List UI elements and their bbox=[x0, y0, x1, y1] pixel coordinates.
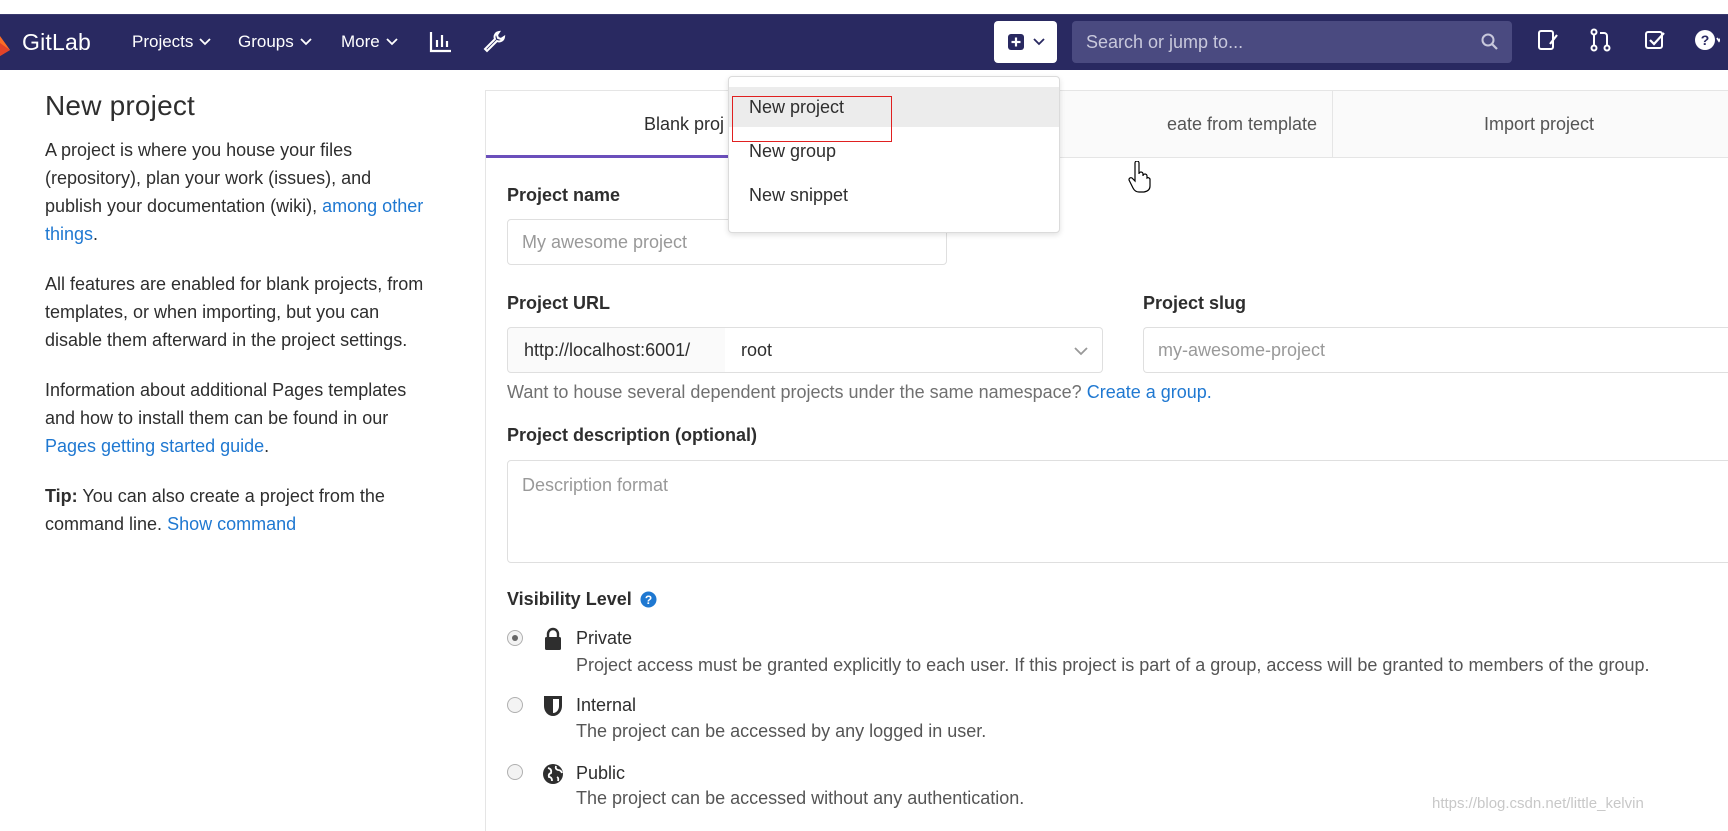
project-description-input[interactable]: Description format bbox=[507, 460, 1728, 563]
todos-icon[interactable] bbox=[1642, 27, 1668, 53]
gitlab-tanuki-icon bbox=[0, 35, 10, 56]
project-url-prefix: http://localhost:6001/ bbox=[507, 327, 726, 373]
visibility-public-radio[interactable] bbox=[507, 764, 523, 780]
issues-icon[interactable] bbox=[1535, 27, 1561, 53]
visibility-level-label: Visibility Level bbox=[507, 589, 632, 609]
watermark: https://blog.csdn.net/little_kelvin bbox=[1432, 795, 1644, 812]
activity-chart-icon[interactable] bbox=[428, 29, 454, 55]
project-description-label: Project description (optional) bbox=[507, 425, 758, 445]
nav-more[interactable]: More bbox=[341, 32, 398, 52]
shield-icon bbox=[544, 696, 562, 716]
chevron-down-icon bbox=[300, 38, 312, 46]
pages-end: . bbox=[264, 436, 270, 456]
chevron-down-icon bbox=[199, 38, 212, 46]
show-command-link[interactable]: Show command bbox=[167, 514, 296, 534]
features-paragraph: All features are enabled for blank proje… bbox=[45, 274, 424, 350]
project-name-placeholder: My awesome project bbox=[522, 231, 688, 252]
admin-wrench-icon[interactable] bbox=[481, 29, 507, 55]
plus-square-icon bbox=[1007, 34, 1024, 50]
menu-item-new-snippet[interactable]: New snippet bbox=[729, 175, 1059, 215]
question-circle-icon[interactable]: ? bbox=[640, 591, 657, 608]
globe-icon bbox=[543, 764, 563, 784]
svg-text:?: ? bbox=[1701, 32, 1710, 48]
namespace-help-text: Want to house several dependent projects… bbox=[507, 382, 1212, 403]
tip-label: Tip: bbox=[45, 486, 78, 506]
visibility-public-label: Public bbox=[576, 763, 626, 783]
svg-text:?: ? bbox=[645, 593, 652, 607]
visibility-level-title: Visibility Level ? bbox=[507, 589, 657, 610]
project-slug-placeholder: my-awesome-project bbox=[1158, 339, 1326, 360]
top-navbar: GitLab Projects Groups More Search or ju… bbox=[0, 14, 1728, 70]
app-name: GitLab bbox=[22, 29, 91, 55]
visibility-private-label: Private bbox=[576, 628, 633, 648]
search-placeholder: Search or jump to... bbox=[1086, 32, 1244, 52]
namespace-select[interactable]: root bbox=[725, 327, 1103, 373]
new-menu-button[interactable] bbox=[994, 21, 1057, 63]
merge-requests-icon[interactable] bbox=[1588, 27, 1614, 53]
project-slug-input[interactable]: my-awesome-project bbox=[1143, 327, 1728, 373]
highlight-box bbox=[732, 96, 892, 142]
visibility-public-desc: The project can be accessed without any … bbox=[576, 788, 1025, 808]
project-tabs: Blank proj eate from template Import pro… bbox=[486, 91, 1728, 158]
namespace-help-copy: Want to house several dependent projects… bbox=[507, 382, 1087, 402]
intro-end: . bbox=[93, 224, 99, 244]
visibility-internal-radio[interactable] bbox=[507, 697, 523, 713]
project-url-label: Project URL bbox=[507, 293, 611, 313]
pages-text: Information about additional Pages templ… bbox=[45, 380, 407, 428]
tip-paragraph: Tip: You can also create a project from … bbox=[45, 482, 425, 538]
create-group-link[interactable]: Create a group. bbox=[1087, 382, 1212, 402]
nav-groups[interactable]: Groups bbox=[238, 32, 312, 52]
visibility-internal-label: Internal bbox=[576, 695, 637, 715]
gitlab-logo[interactable]: GitLab bbox=[0, 29, 91, 56]
search-input[interactable]: Search or jump to... bbox=[1072, 21, 1512, 63]
visibility-internal-desc: The project can be accessed by any logge… bbox=[576, 721, 987, 741]
nav-projects[interactable]: Projects bbox=[132, 32, 212, 52]
search-icon bbox=[1481, 33, 1498, 50]
nav-projects-label: Projects bbox=[132, 32, 194, 51]
page-title: New project bbox=[45, 90, 196, 121]
new-project-sidebar: New project A project is where you house… bbox=[45, 90, 425, 560]
chevron-down-icon bbox=[386, 38, 398, 46]
tab-import-label: Import project bbox=[1483, 113, 1595, 134]
lock-icon bbox=[545, 627, 561, 650]
window-top-strip bbox=[0, 0, 1728, 14]
description-placeholder: Description format bbox=[522, 475, 669, 495]
chevron-down-icon bbox=[1032, 38, 1045, 46]
nav-more-label: More bbox=[341, 32, 380, 51]
namespace-value: root bbox=[741, 339, 773, 360]
chevron-down-icon bbox=[1074, 347, 1088, 356]
project-name-label: Project name bbox=[507, 185, 621, 205]
visibility-private-desc: Project access must be granted explicitl… bbox=[576, 655, 1650, 675]
nav-groups-label: Groups bbox=[238, 32, 294, 51]
visibility-private-radio[interactable] bbox=[507, 630, 523, 646]
pages-paragraph: Information about additional Pages templ… bbox=[45, 376, 425, 460]
hand-cursor-icon bbox=[1128, 161, 1151, 193]
tab-import-project[interactable]: Import project bbox=[1332, 91, 1728, 157]
help-icon[interactable]: ? bbox=[1694, 27, 1720, 53]
project-slug-label: Project slug bbox=[1143, 293, 1247, 313]
intro-paragraph: A project is where you house your files … bbox=[45, 136, 425, 248]
tab-blank-label: Blank proj bbox=[643, 113, 725, 134]
pages-guide-link[interactable]: Pages getting started guide bbox=[45, 436, 264, 456]
